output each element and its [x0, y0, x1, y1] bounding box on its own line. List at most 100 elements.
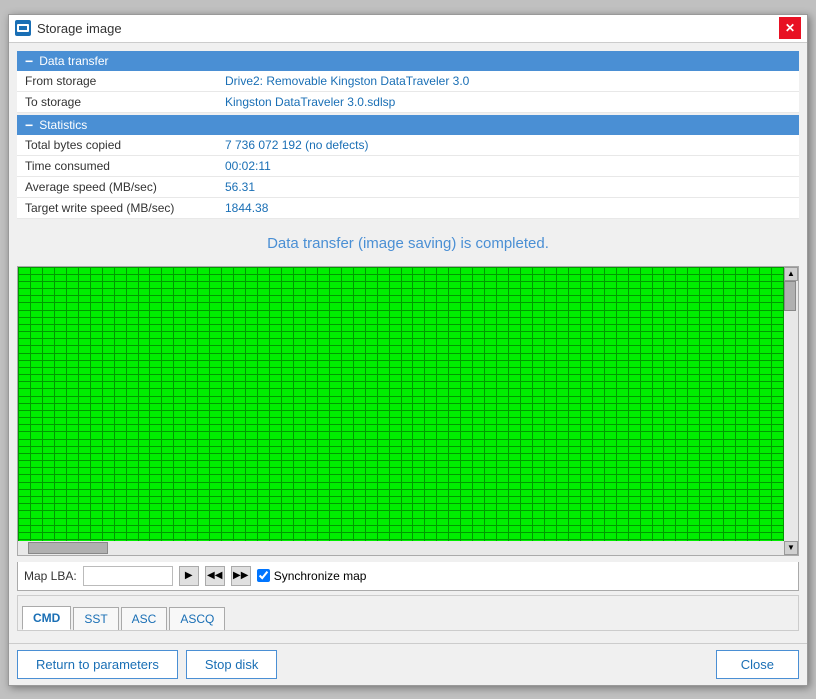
map-cell — [736, 404, 747, 410]
map-cell — [127, 289, 138, 295]
map-cell — [641, 447, 652, 453]
map-cell — [557, 296, 568, 302]
window-close-button[interactable]: ✕ — [779, 17, 801, 39]
map-cell — [222, 354, 233, 360]
map-cell — [186, 368, 197, 374]
map-cell — [366, 432, 377, 438]
map-cell — [521, 368, 532, 374]
vertical-scrollbar[interactable]: ▲ ▼ — [784, 267, 798, 555]
map-cell — [437, 368, 448, 374]
map-cell — [318, 268, 329, 274]
next-button[interactable]: ▶▶ — [231, 566, 251, 586]
sync-checkbox[interactable] — [257, 569, 270, 582]
scroll-up-button[interactable]: ▲ — [784, 267, 798, 281]
map-cell — [545, 533, 556, 539]
map-cell — [521, 404, 532, 410]
map-cell — [103, 303, 114, 309]
map-cell — [664, 483, 675, 489]
map-cell — [198, 447, 209, 453]
map-cell — [354, 418, 365, 424]
prev-button[interactable]: ◀◀ — [205, 566, 225, 586]
map-cell — [664, 447, 675, 453]
map-cell — [198, 389, 209, 395]
map-cell — [509, 533, 520, 539]
tab-cmd[interactable]: CMD — [22, 606, 71, 630]
map-cell — [67, 361, 78, 367]
map-cell — [318, 311, 329, 317]
map-cell — [330, 318, 341, 324]
map-cell — [330, 303, 341, 309]
map-cell — [234, 418, 245, 424]
map-cell — [521, 497, 532, 503]
scroll-thumb[interactable] — [784, 281, 796, 311]
map-cell — [545, 375, 556, 381]
map-cell — [736, 318, 747, 324]
map-cell — [270, 339, 281, 345]
map-cell — [497, 519, 508, 525]
map-cell — [79, 440, 90, 446]
map-cell — [700, 468, 711, 474]
map-cell — [593, 490, 604, 496]
map-cell — [413, 411, 424, 417]
map-cell — [533, 296, 544, 302]
map-cell — [413, 447, 424, 453]
map-cell — [354, 511, 365, 517]
tab-sst[interactable]: SST — [73, 607, 118, 630]
close-button[interactable]: Close — [716, 650, 799, 679]
map-cell — [19, 382, 30, 388]
map-cell — [569, 418, 580, 424]
map-cell — [55, 275, 66, 281]
map-cell — [664, 361, 675, 367]
h-scroll-thumb[interactable] — [28, 542, 108, 554]
map-cell — [91, 361, 102, 367]
map-cell — [760, 339, 771, 345]
map-cell — [234, 268, 245, 274]
map-cell — [748, 275, 759, 281]
map-cell — [354, 504, 365, 510]
map-cell — [366, 497, 377, 503]
map-lba-input[interactable] — [83, 566, 173, 586]
map-cell — [150, 411, 161, 417]
map-cell — [545, 468, 556, 474]
return-to-parameters-button[interactable]: Return to parameters — [17, 650, 178, 679]
statistics-collapse-icon[interactable]: − — [25, 118, 33, 132]
map-cell — [246, 461, 257, 467]
map-cell — [736, 397, 747, 403]
map-cell — [222, 325, 233, 331]
map-cell — [712, 389, 723, 395]
map-cell — [67, 411, 78, 417]
map-cell — [115, 282, 126, 288]
horizontal-scrollbar[interactable] — [18, 541, 784, 555]
map-cell — [270, 447, 281, 453]
map-cell — [557, 425, 568, 431]
map-cell — [664, 332, 675, 338]
map-cell — [378, 311, 389, 317]
map-cell — [306, 389, 317, 395]
map-cell — [617, 375, 628, 381]
map-cell — [103, 411, 114, 417]
scroll-down-button[interactable]: ▼ — [784, 541, 798, 555]
map-cell — [473, 425, 484, 431]
tab-asc[interactable]: ASC — [121, 607, 168, 630]
map-cell — [485, 533, 496, 539]
map-cell — [485, 282, 496, 288]
stop-disk-button[interactable]: Stop disk — [186, 650, 277, 679]
map-cell — [736, 375, 747, 381]
map-cell — [103, 382, 114, 388]
map-cell — [150, 325, 161, 331]
map-cell — [760, 440, 771, 446]
map-cell — [497, 318, 508, 324]
map-cell — [79, 483, 90, 489]
map-cell — [557, 504, 568, 510]
map-cell — [318, 447, 329, 453]
map-cell — [354, 432, 365, 438]
map-cell — [533, 533, 544, 539]
tab-ascq[interactable]: ASCQ — [169, 607, 225, 630]
map-cell — [270, 418, 281, 424]
map-cell — [569, 432, 580, 438]
play-button[interactable]: ▶ — [179, 566, 199, 586]
map-cell — [150, 461, 161, 467]
collapse-icon[interactable]: − — [25, 54, 33, 68]
map-cell — [461, 461, 472, 467]
map-cell — [664, 303, 675, 309]
